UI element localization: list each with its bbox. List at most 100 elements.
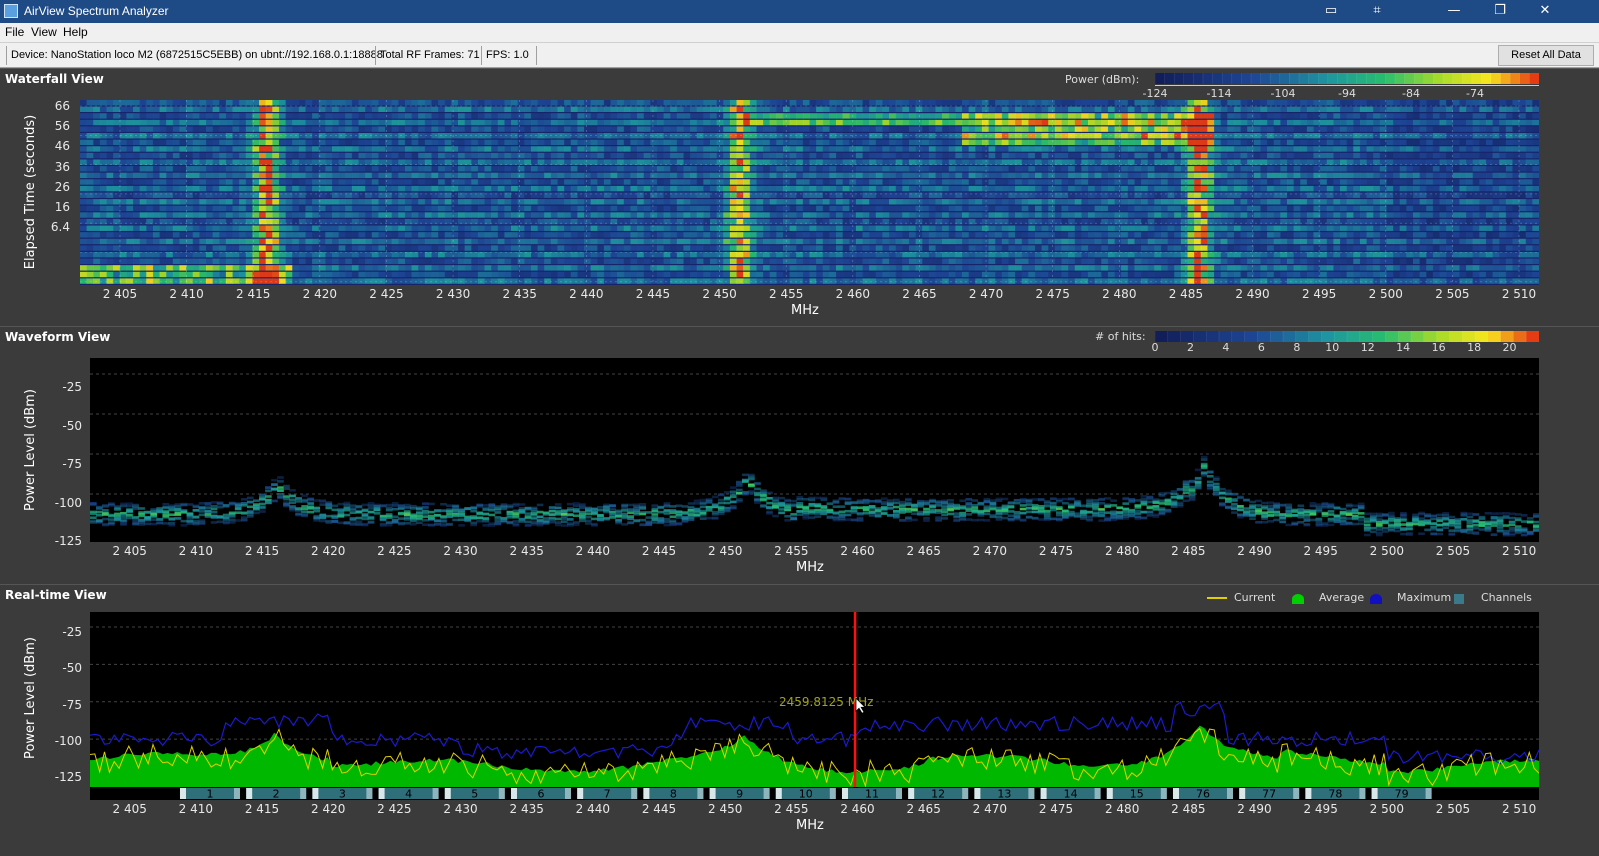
waterfall-cell	[630, 133, 638, 139]
waterfall-cell	[650, 172, 658, 179]
waterfall-cell	[106, 133, 114, 139]
waterfall-cell	[1121, 166, 1129, 172]
waterfall-cell	[1412, 152, 1421, 159]
waterfall-cell	[882, 113, 890, 119]
cast-icon[interactable]: ▭	[1308, 0, 1354, 23]
waterfall-cell	[345, 159, 353, 165]
waterfall-cell	[895, 172, 903, 179]
waterfall-cell	[776, 238, 784, 245]
waterfall-cell	[1326, 185, 1335, 192]
screenshot-icon[interactable]: ⌗	[1354, 0, 1400, 23]
waterfall-cell	[637, 119, 645, 126]
waterfall-cell	[391, 100, 399, 106]
waterfall-cell	[822, 205, 830, 212]
waterfall-cell	[1366, 139, 1374, 146]
waterfall-cell	[524, 133, 532, 139]
waterfall-cell	[1021, 152, 1029, 159]
waterfall-cell	[1499, 225, 1507, 231]
waterfall-cell	[597, 159, 605, 165]
waterfall-cell	[1160, 133, 1169, 139]
waterfall-cell	[1346, 185, 1354, 192]
waterfall-cell	[1194, 152, 1202, 159]
waterfall-cell	[1134, 146, 1142, 152]
minimize-button[interactable]: —	[1431, 0, 1477, 23]
waterfall-cell	[1187, 212, 1195, 218]
reset-all-data-button[interactable]: Reset All Data	[1498, 45, 1594, 66]
waterfall-cell	[312, 179, 320, 185]
waterfall-cell	[1253, 146, 1262, 152]
waterfall-cell	[186, 179, 194, 185]
waterfall-cell	[431, 225, 439, 231]
close-button[interactable]: ✕	[1522, 0, 1568, 23]
waterfall-cell	[1260, 212, 1268, 218]
waterfall-cell	[710, 119, 718, 126]
waterfall-cell	[1101, 218, 1109, 225]
waterfall-cell	[133, 192, 141, 198]
waterfall-cell	[1001, 159, 1010, 165]
waterfall-cell	[1074, 179, 1083, 185]
waterfall-cell	[1340, 199, 1348, 205]
waterfall-cell	[637, 166, 645, 172]
waterfall-cell	[1121, 119, 1129, 126]
waterfall-cell	[995, 179, 1003, 185]
waterfall-cell	[345, 238, 353, 245]
waterfall-cell	[855, 199, 864, 205]
waterfall-cell	[1412, 159, 1421, 165]
waterfall-cell	[935, 119, 943, 126]
waterfall-cell	[1121, 238, 1129, 245]
waterfall-cell	[325, 126, 333, 132]
waterfall-cell	[391, 159, 399, 165]
waterfall-cell	[942, 218, 950, 225]
waterfall-cell	[1399, 119, 1407, 126]
waterfall-cell	[371, 146, 380, 152]
waterfall-cell	[623, 238, 632, 245]
waterfall-cell	[1001, 185, 1010, 192]
waterfall-cell	[544, 172, 552, 179]
waterfall-cell	[557, 139, 565, 146]
waterfall-cell	[1101, 172, 1109, 179]
waterfall-cell	[1094, 152, 1102, 159]
waterfall-cell	[769, 119, 777, 126]
waterfall-cell	[1233, 133, 1242, 139]
waterfall-cell	[617, 126, 625, 132]
waterfall-cell	[948, 106, 956, 113]
waterfall-cell	[431, 199, 439, 205]
waterfall-cell	[690, 179, 698, 185]
waterfall-cell	[232, 139, 240, 146]
waterfall-cell	[1406, 113, 1414, 119]
waterfall-cell	[1525, 100, 1533, 106]
waterfall-cell	[1359, 113, 1368, 119]
menu-file[interactable]: File	[5, 25, 24, 39]
waterfall-cell	[1015, 238, 1023, 245]
waterfall-cell	[1432, 139, 1441, 146]
waterfall-cell	[723, 192, 731, 198]
waterfall-cell	[1399, 232, 1407, 238]
waterfall-cell	[1147, 179, 1155, 185]
waterfall-cell	[710, 238, 718, 245]
waterfall-cell	[1485, 126, 1494, 132]
waterfall-cell	[1141, 199, 1149, 205]
waterfall-cell	[259, 172, 267, 179]
waterfall-cell	[219, 199, 227, 205]
waterfall-cell	[517, 238, 525, 245]
waterfall-cell	[1525, 133, 1533, 139]
restore-button[interactable]: ❐	[1477, 0, 1523, 23]
waterfall-cell	[1273, 185, 1281, 192]
waterfall-cell	[610, 238, 618, 245]
waterfall-cell	[1015, 152, 1023, 159]
waterfall-cell	[537, 205, 545, 212]
waterfall-cell	[590, 113, 598, 119]
menu-help[interactable]: Help	[63, 25, 88, 39]
waterfall-cell	[544, 205, 552, 212]
waterfall-heatmap[interactable]	[80, 100, 1539, 285]
waterfall-cell	[1293, 152, 1301, 159]
waterfall-cell	[179, 159, 187, 165]
waterfall-cell	[1286, 166, 1295, 172]
waterfall-cell	[1525, 185, 1533, 192]
waterfall-cell	[1021, 225, 1029, 231]
waterfall-cell	[1233, 179, 1242, 185]
waterfall-cell	[1134, 225, 1142, 231]
waterfall-cell	[1068, 179, 1076, 185]
waterfall-cell	[278, 159, 287, 165]
menu-view[interactable]: View	[31, 25, 57, 39]
